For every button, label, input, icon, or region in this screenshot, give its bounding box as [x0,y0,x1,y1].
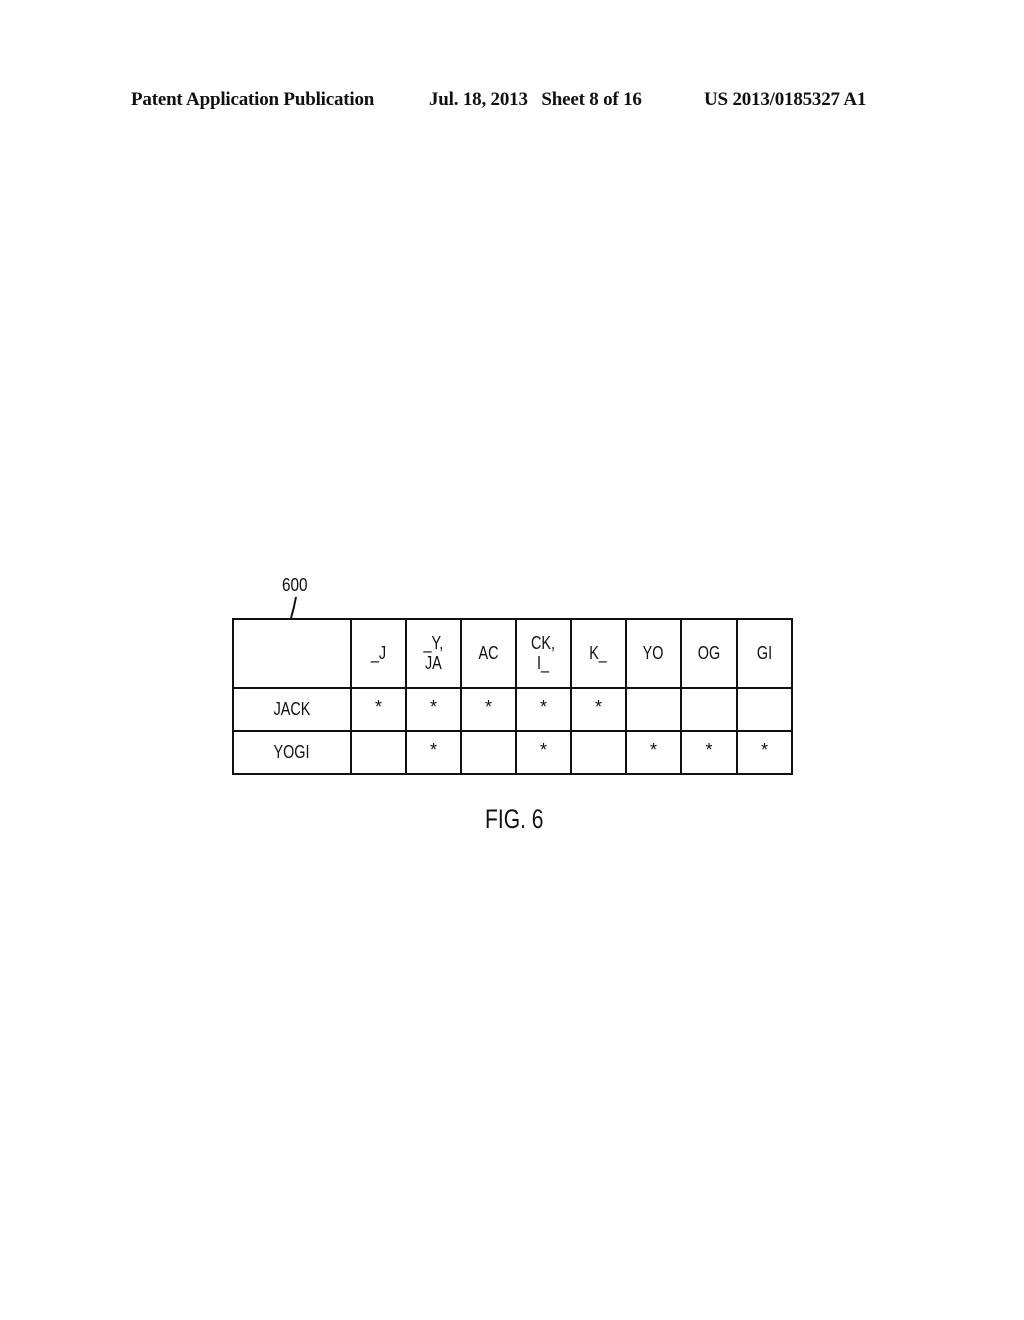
table-cell: * [405,687,462,732]
column-header: GI [736,618,793,689]
column-header: YO [625,618,682,689]
column-header: OG [680,618,738,689]
table-cell: * [460,687,517,732]
ngram-table: _J _Y, JA AC CK, I_ K_ YO OG GI JACK * * *… [232,618,793,775]
table-cell: * [515,687,572,732]
table-cell [736,687,793,732]
column-header: _J [350,618,407,689]
table-cell [570,730,627,775]
table-row: YOGI * * * * * [232,730,793,775]
column-header: AC [460,618,517,689]
table-cell [625,687,682,732]
table-cell [680,687,738,732]
table-cell: * [570,687,627,732]
row-label: JACK [232,687,352,732]
table-cell: * [680,730,738,775]
table-cell: * [736,730,793,775]
row-label: YOGI [232,730,352,775]
corner-cell [232,618,352,689]
header-row: _J _Y, JA AC CK, I_ K_ YO OG GI [232,618,793,689]
table-cell: * [350,687,407,732]
column-header: CK, I_ [515,618,572,689]
table-cell [350,730,407,775]
column-header: K_ [570,618,627,689]
figure-caption: FIG. 6 [485,804,544,834]
table-cell [460,730,517,775]
column-header: _Y, JA [405,618,462,689]
table-row: JACK * * * * * [232,687,793,732]
table-cell: * [405,730,462,775]
leader-line [290,596,297,619]
table-cell: * [515,730,572,775]
table-cell: * [625,730,682,775]
